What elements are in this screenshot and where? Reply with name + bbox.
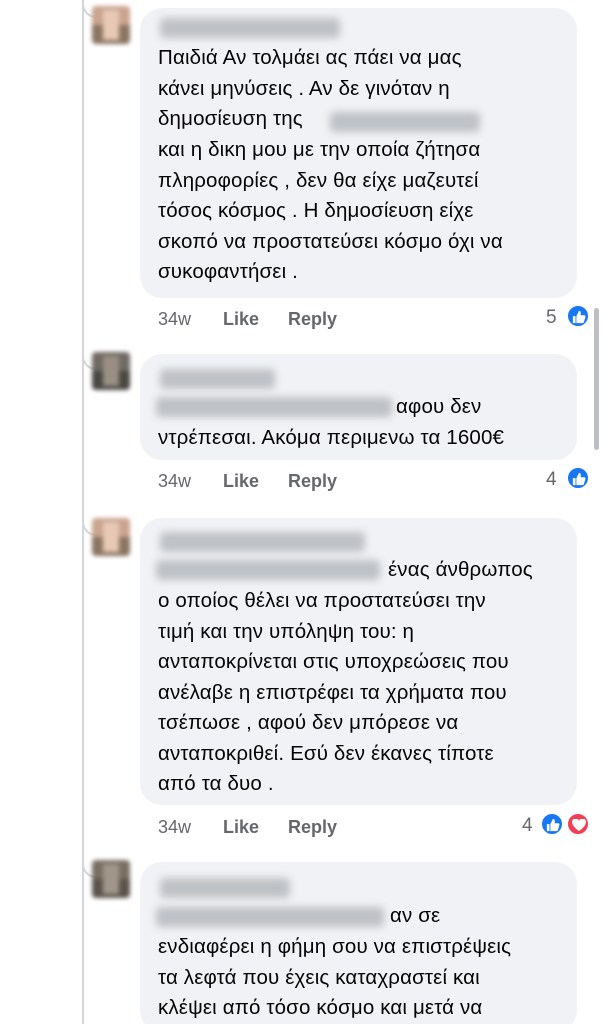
comment-text: αν σε: [390, 904, 441, 927]
comment-text-continued: και η δικη μου με την οποία ζήτησα πληρο…: [158, 138, 503, 283]
like-button[interactable]: Like: [223, 817, 259, 838]
reply-button[interactable]: Reply: [288, 817, 337, 838]
comment-timestamp[interactable]: 34w: [158, 817, 191, 838]
comment-text-continued: ντρέπεσαι. Ακόμα περιμενω τα 1600€: [158, 426, 505, 449]
avatar[interactable]: [92, 518, 130, 556]
avatar[interactable]: [92, 352, 130, 390]
love-heart-icon[interactable]: [566, 812, 590, 836]
tagged-name[interactable]: [330, 112, 480, 132]
reply-button[interactable]: Reply: [288, 309, 337, 330]
commenter-name[interactable]: [160, 878, 290, 898]
comment-text-continued: ενδιαφέρει η φήμη σου να επιστρέψεις τα …: [158, 935, 512, 1019]
like-thumb-icon[interactable]: [540, 812, 564, 836]
scrollbar[interactable]: [594, 308, 599, 450]
avatar[interactable]: [92, 860, 130, 898]
reply-button[interactable]: Reply: [288, 471, 337, 492]
comment-text-continued: ο οποίος θέλει να προστατεύσει την τιμή …: [158, 589, 509, 795]
avatar[interactable]: [92, 6, 130, 44]
comment-timestamp[interactable]: 34w: [158, 471, 191, 492]
like-button[interactable]: Like: [223, 309, 259, 330]
commenter-name[interactable]: [160, 18, 340, 38]
commenter-name[interactable]: [160, 532, 365, 552]
commenter-name[interactable]: [160, 369, 275, 389]
like-thumb-icon[interactable]: [566, 304, 590, 328]
like-button[interactable]: Like: [223, 471, 259, 492]
comment-text: αφου δεν: [396, 395, 482, 418]
reaction-count[interactable]: 5: [546, 307, 557, 329]
like-thumb-icon[interactable]: [566, 466, 590, 490]
comment-timestamp[interactable]: 34w: [158, 309, 191, 330]
reaction-count[interactable]: 4: [546, 469, 557, 491]
tagged-name[interactable]: [156, 907, 384, 927]
comment-text: ένας άνθρωπος: [388, 558, 533, 581]
tagged-name[interactable]: [156, 560, 380, 580]
tagged-name[interactable]: [156, 397, 392, 417]
reaction-count[interactable]: 4: [522, 815, 533, 837]
